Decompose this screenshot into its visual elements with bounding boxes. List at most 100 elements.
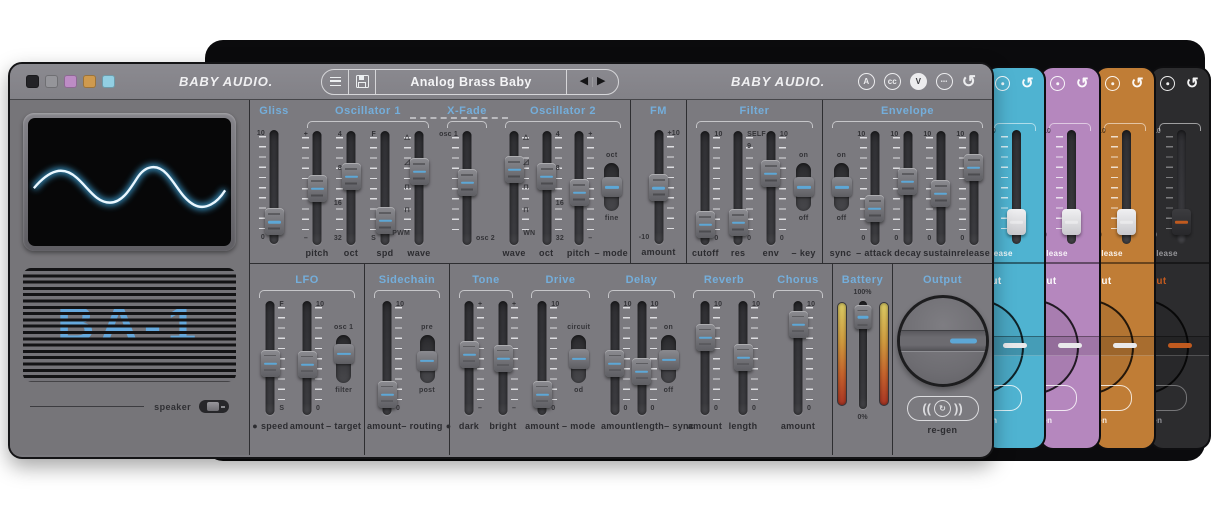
delay-sync-toggle[interactable] bbox=[661, 335, 676, 383]
delay-sync-toggle-thumb[interactable] bbox=[659, 350, 679, 370]
filter-res-slider[interactable] bbox=[734, 131, 743, 245]
sc-amount-slider-thumb[interactable] bbox=[378, 381, 397, 408]
release-slider-thumb[interactable] bbox=[1172, 209, 1191, 235]
lfo-amount-slider-thumb[interactable] bbox=[298, 351, 317, 378]
delay-length-slider[interactable] bbox=[637, 301, 646, 415]
osc2-oct-slider[interactable] bbox=[542, 131, 551, 245]
env-attack-slider[interactable] bbox=[870, 131, 879, 245]
lfo-speed-slider-thumb[interactable] bbox=[261, 350, 280, 377]
reverb-length-slider[interactable] bbox=[739, 301, 748, 415]
lfo-amount-slider[interactable] bbox=[303, 301, 312, 415]
output-knob[interactable] bbox=[897, 295, 989, 387]
battery-slider-track[interactable] bbox=[859, 301, 867, 409]
regen-button[interactable] bbox=[1151, 385, 1187, 411]
osc2-oct-slider-thumb[interactable] bbox=[537, 163, 556, 190]
env-sustain-slider-thumb[interactable] bbox=[931, 180, 950, 207]
osc2-pitch-slider[interactable] bbox=[575, 131, 584, 245]
release-slider[interactable] bbox=[1067, 130, 1076, 244]
release-slider-thumb[interactable] bbox=[1062, 209, 1081, 235]
theme-window-orange[interactable]: ↺100sustainreleaseOutputre-gen bbox=[1096, 68, 1154, 448]
dot-circle-icon[interactable] bbox=[1105, 76, 1120, 91]
tone-bright-slider[interactable] bbox=[499, 301, 508, 415]
preset-save-button[interactable] bbox=[349, 70, 376, 94]
osc1-oct-slider-thumb[interactable] bbox=[342, 163, 361, 190]
theme-swatch-gray[interactable] bbox=[45, 75, 58, 88]
gliss-amount-slider-thumb[interactable] bbox=[265, 208, 284, 235]
speaker-toggle[interactable] bbox=[199, 400, 229, 413]
osc1-pitch-slider-thumb[interactable] bbox=[308, 175, 327, 202]
dot-circle-icon[interactable] bbox=[995, 76, 1010, 91]
osc1-oct-slider[interactable] bbox=[347, 131, 356, 245]
regen-button[interactable] bbox=[1096, 385, 1132, 411]
authorization-icon[interactable]: A bbox=[858, 73, 875, 90]
chorus-amount-slider-thumb[interactable] bbox=[789, 311, 808, 338]
osc2-mode-toggle-thumb[interactable] bbox=[602, 177, 622, 197]
tone-bright-slider-thumb[interactable] bbox=[494, 345, 513, 372]
cc-map-icon[interactable]: cc bbox=[884, 73, 901, 90]
gliss-amount-slider[interactable] bbox=[270, 130, 279, 244]
dot-circle-icon[interactable] bbox=[1160, 76, 1175, 91]
fm-amount-slider[interactable] bbox=[654, 130, 663, 244]
lfo-target-toggle-thumb[interactable] bbox=[334, 344, 354, 364]
undo-icon[interactable]: ↺ bbox=[1186, 77, 1199, 90]
filter-res-slider-thumb[interactable] bbox=[729, 209, 748, 236]
more-options-icon[interactable]: ••• bbox=[936, 73, 953, 90]
delay-amount-slider[interactable] bbox=[610, 301, 619, 415]
release-slider[interactable] bbox=[1012, 130, 1021, 244]
lfo-speed-slider[interactable] bbox=[266, 301, 275, 415]
battery-slider[interactable] bbox=[852, 298, 874, 410]
release-slider-thumb[interactable] bbox=[1117, 209, 1136, 235]
delay-length-slider-thumb[interactable] bbox=[632, 358, 651, 385]
xfade-mix-slider[interactable] bbox=[463, 131, 472, 245]
undo-icon[interactable]: ↺ bbox=[1021, 77, 1034, 90]
reverb-length-slider-thumb[interactable] bbox=[734, 344, 753, 371]
osc2-wave-slider-thumb[interactable] bbox=[505, 156, 524, 183]
filter-cutoff-slider[interactable] bbox=[701, 131, 710, 245]
tone-dark-slider[interactable] bbox=[465, 301, 474, 415]
xfade-mix-slider-thumb[interactable] bbox=[458, 169, 477, 196]
filter-cutoff-slider-thumb[interactable] bbox=[696, 211, 715, 238]
tone-dark-slider-thumb[interactable] bbox=[460, 341, 479, 368]
dot-circle-icon[interactable] bbox=[1050, 76, 1065, 91]
env-sync-toggle[interactable] bbox=[834, 163, 849, 211]
undo-icon[interactable]: ↺ bbox=[1076, 77, 1089, 90]
next-preset-button[interactable]: ▶ bbox=[597, 76, 605, 87]
env-sustain-slider[interactable] bbox=[936, 131, 945, 245]
regen-button[interactable]: ((↻)) bbox=[907, 396, 979, 421]
theme-window-teal[interactable]: ↺100sustainreleaseOutputre-gen bbox=[986, 68, 1044, 448]
release-slider-thumb[interactable] bbox=[1007, 209, 1026, 235]
theme-window-dark[interactable]: ↺100sustainreleaseOutputre-gen bbox=[1151, 68, 1209, 448]
theme-swatch-teal[interactable] bbox=[102, 75, 115, 88]
theme-swatch-purple[interactable] bbox=[64, 75, 77, 88]
drive-amount-slider-thumb[interactable] bbox=[533, 381, 552, 408]
env-decay-slider[interactable] bbox=[903, 131, 912, 245]
preset-menu-button[interactable] bbox=[322, 70, 349, 94]
preset-name[interactable]: Analog Brass Baby bbox=[376, 75, 566, 89]
release-slider[interactable] bbox=[1122, 130, 1131, 244]
undo-icon[interactable]: ↺ bbox=[962, 73, 976, 90]
undo-icon[interactable]: ↺ bbox=[1131, 77, 1144, 90]
filter-env-slider[interactable] bbox=[766, 131, 775, 245]
env-sync-toggle-thumb[interactable] bbox=[832, 177, 852, 197]
delay-amount-slider-thumb[interactable] bbox=[605, 350, 624, 377]
filter-key-toggle-thumb[interactable] bbox=[794, 177, 814, 197]
osc2-wave-slider[interactable] bbox=[510, 131, 519, 245]
env-release-slider[interactable] bbox=[969, 131, 978, 245]
theme-swatch-orange[interactable] bbox=[83, 75, 96, 88]
osc1-wave-slider-thumb[interactable] bbox=[410, 158, 429, 185]
osc1-pitch-slider[interactable] bbox=[313, 131, 322, 245]
speaker-toggle-thumb[interactable] bbox=[207, 402, 219, 411]
osc1-wave-slider[interactable] bbox=[415, 131, 424, 245]
drive-mode-toggle-thumb[interactable] bbox=[569, 349, 589, 369]
filter-key-toggle[interactable] bbox=[796, 163, 811, 211]
env-attack-slider-thumb[interactable] bbox=[865, 195, 884, 222]
chorus-amount-slider[interactable] bbox=[794, 301, 803, 415]
env-release-slider-thumb[interactable] bbox=[964, 154, 983, 181]
osc2-pitch-slider-thumb[interactable] bbox=[570, 179, 589, 206]
regen-button[interactable] bbox=[1041, 385, 1077, 411]
drive-mode-toggle[interactable] bbox=[571, 335, 586, 383]
sc-routing-toggle[interactable] bbox=[420, 335, 435, 383]
reverb-amount-slider-thumb[interactable] bbox=[696, 324, 715, 351]
battery-slider-thumb[interactable] bbox=[854, 305, 871, 329]
sc-routing-toggle-thumb[interactable] bbox=[417, 351, 437, 371]
